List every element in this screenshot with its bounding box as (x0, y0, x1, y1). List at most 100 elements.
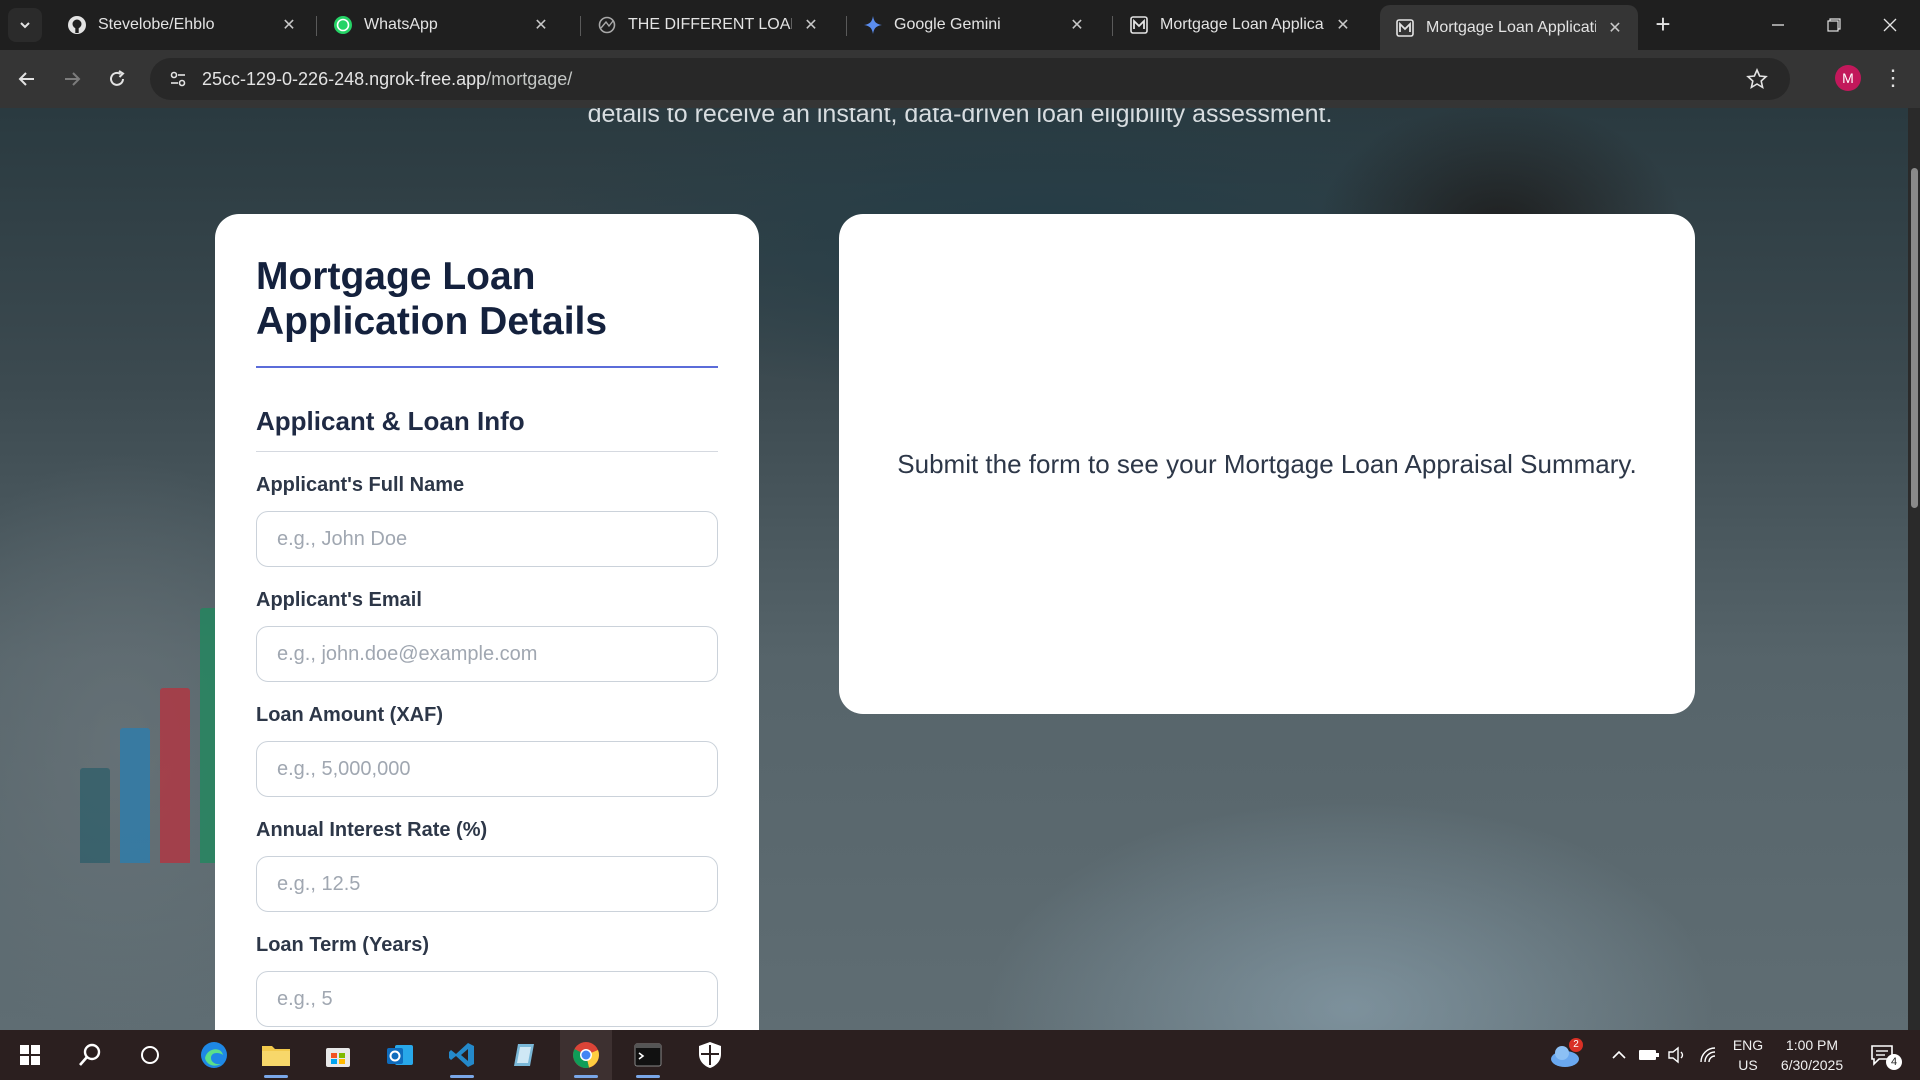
minimize-icon (1772, 24, 1784, 26)
summary-placeholder-text: Submit the form to see your Mortgage Loa… (897, 448, 1637, 479)
shield-icon (699, 1042, 721, 1068)
email-input[interactable] (256, 626, 718, 682)
browser-tab[interactable]: WhatsApp ✕ (318, 5, 564, 45)
notepad-icon (514, 1044, 534, 1066)
loan-term-input[interactable] (256, 971, 718, 1027)
github-icon (66, 14, 88, 36)
full-name-input[interactable] (256, 511, 718, 567)
address-bar[interactable]: 25cc-129-0-226-248.ngrok-free.app/mortga… (150, 58, 1790, 100)
page-scrollbar[interactable] (1908, 108, 1920, 1030)
browser-tab[interactable]: Stevelobe/Ehblo ✕ (52, 5, 312, 45)
language-text: ENG (1732, 1037, 1764, 1053)
battery-status[interactable] (1636, 1030, 1662, 1080)
chrome-icon (573, 1042, 599, 1068)
start-button[interactable] (4, 1030, 56, 1080)
taskbar-outlook[interactable] (374, 1030, 426, 1080)
site-settings-icon[interactable] (158, 69, 198, 89)
back-button[interactable] (10, 62, 44, 96)
windows-taskbar: 2 ENG US 1:00 PM 6/30/2025 4 (0, 1030, 1920, 1080)
tab-close-icon[interactable]: ✕ (1066, 14, 1088, 36)
scrollbar-thumb[interactable] (1911, 168, 1918, 508)
tab-divider (846, 16, 847, 36)
gemini-icon (862, 14, 884, 36)
browser-tab-active[interactable]: Mortgage Loan Applicatio ✕ (1380, 5, 1638, 50)
reload-button[interactable] (100, 62, 134, 96)
speaker-icon (1668, 1046, 1684, 1064)
profile-avatar[interactable]: M (1835, 65, 1861, 91)
minimize-button[interactable] (1750, 0, 1806, 50)
globe-icon (596, 14, 618, 36)
browser-tab[interactable]: Google Gemini ✕ (848, 5, 1100, 45)
search-icon (79, 1043, 101, 1066)
tab-search-button[interactable] (8, 8, 42, 42)
tab-divider (316, 16, 317, 36)
store-icon (326, 1048, 350, 1067)
taskbar-terminal[interactable] (622, 1030, 674, 1080)
tab-close-icon[interactable]: ✕ (278, 14, 300, 36)
input-language[interactable]: ENG US (1728, 1030, 1768, 1080)
notification-count-badge: 4 (1886, 1054, 1902, 1070)
terminal-icon (634, 1043, 662, 1067)
volume-control[interactable] (1664, 1030, 1690, 1080)
chevron-up-icon (1612, 1050, 1626, 1059)
close-icon (1883, 18, 1897, 32)
loan-application-form: Mortgage Loan Application Details Applic… (215, 214, 759, 1030)
cortana-circle-icon (141, 1046, 159, 1064)
form-title: Mortgage Loan Application Details (256, 255, 608, 343)
tab-close-icon[interactable]: ✕ (800, 14, 822, 36)
new-tab-button[interactable]: + (1648, 10, 1678, 40)
interest-rate-label: Annual Interest Rate (%) (256, 819, 488, 841)
browser-tab[interactable]: Mortgage Loan Applicatio ✕ (1114, 5, 1366, 45)
tab-close-icon[interactable]: ✕ (1332, 14, 1354, 36)
tab-close-icon[interactable]: ✕ (530, 14, 552, 36)
loan-amount-input[interactable] (256, 741, 718, 797)
tab-close-icon[interactable]: ✕ (1604, 17, 1626, 39)
tab-title: THE DIFFERENT LOAN DAS (628, 16, 792, 33)
appraisal-summary-panel: Submit the form to see your Mortgage Loa… (839, 214, 1695, 714)
weather-badge: 2 (1569, 1038, 1583, 1052)
section-divider (256, 451, 718, 452)
taskbar-vscode[interactable] (436, 1030, 488, 1080)
weather-widget[interactable]: 2 (1545, 1030, 1585, 1080)
show-hidden-icons-button[interactable] (1606, 1030, 1632, 1080)
vscode-icon (449, 1043, 474, 1067)
tab-title: Google Gemini (894, 16, 1001, 33)
taskbar-search-button[interactable] (64, 1030, 116, 1080)
arrow-right-icon (65, 72, 81, 86)
url-path: /mortgage/ (486, 68, 573, 89)
clock[interactable]: 1:00 PM 6/30/2025 (1772, 1030, 1852, 1080)
restore-button[interactable] (1806, 0, 1862, 50)
edge-icon (201, 1042, 227, 1068)
tab-title: Mortgage Loan Applicatio (1160, 16, 1324, 33)
browser-menu-icon[interactable]: ⋮ (1880, 62, 1906, 94)
taskbar-store[interactable] (312, 1030, 364, 1080)
notification-center-button[interactable]: 4 (1862, 1030, 1902, 1080)
mortgage-app-icon (1394, 17, 1416, 39)
taskbar-app[interactable] (498, 1030, 550, 1080)
taskbar-file-explorer[interactable] (250, 1030, 302, 1080)
loan-amount-label: Loan Amount (XAF) (256, 704, 444, 726)
taskbar-security[interactable] (684, 1030, 736, 1080)
section-title: Applicant & Loan Info (256, 406, 525, 436)
page-viewport: details to receive an instant, data-driv… (0, 108, 1920, 1030)
close-window-button[interactable] (1862, 0, 1918, 50)
forward-button[interactable] (55, 62, 89, 96)
taskbar-edge[interactable] (188, 1030, 240, 1080)
network-status[interactable] (1696, 1030, 1722, 1080)
browser-tab[interactable]: THE DIFFERENT LOAN DAS ✕ (582, 5, 834, 45)
browser-tab-strip: Stevelobe/Ehblo ✕ WhatsApp ✕ THE DIFFERE… (0, 0, 1920, 50)
folder-icon (262, 1046, 290, 1066)
full-name-label: Applicant's Full Name (256, 474, 465, 496)
tab-divider (1112, 16, 1113, 36)
tab-title: Mortgage Loan Applicatio (1426, 18, 1596, 36)
task-view-button[interactable] (124, 1030, 176, 1080)
tab-title: WhatsApp (364, 16, 438, 33)
restore-icon (1827, 18, 1841, 32)
taskbar-chrome[interactable] (560, 1030, 612, 1080)
interest-rate-input[interactable] (256, 856, 718, 912)
mortgage-app-icon (1128, 14, 1150, 36)
bookmark-star-icon[interactable] (1746, 67, 1768, 95)
outlook-icon (387, 1045, 413, 1065)
title-divider (256, 366, 718, 368)
whatsapp-icon (332, 14, 354, 36)
